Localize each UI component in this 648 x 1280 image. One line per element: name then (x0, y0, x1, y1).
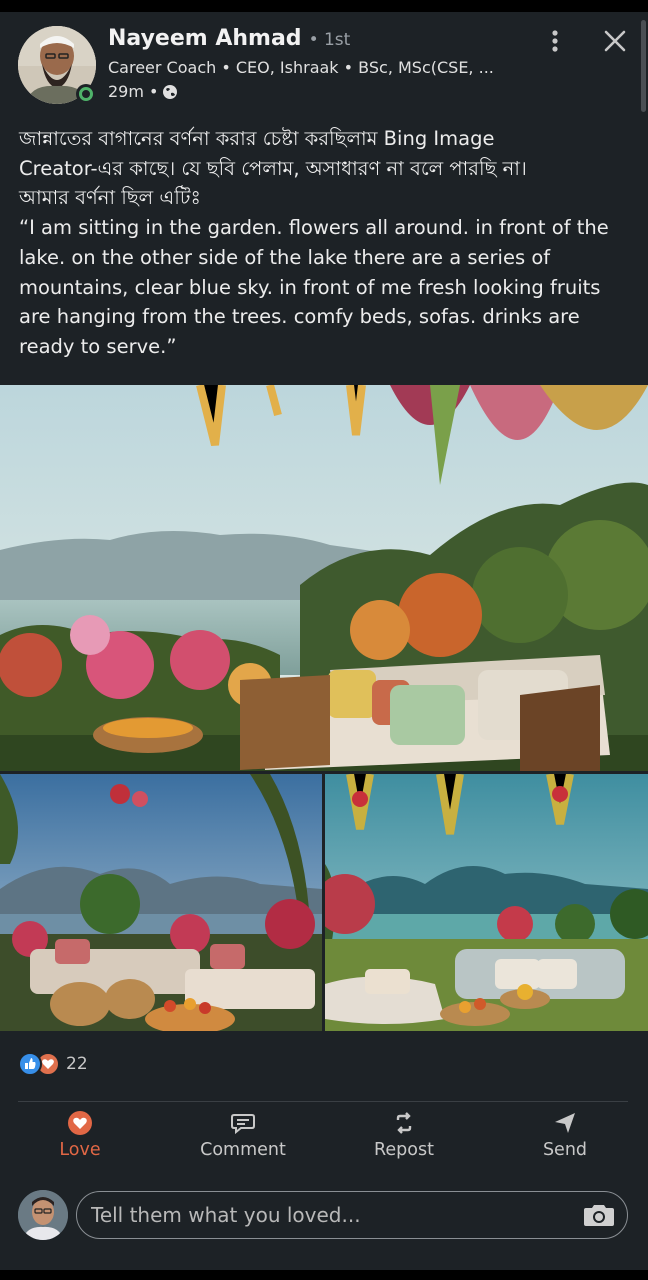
more-vertical-icon (552, 30, 558, 52)
navigation-bar-strip (0, 1270, 648, 1280)
post-timestamp: 29m • (108, 82, 178, 101)
love-button[interactable]: Love (25, 1110, 135, 1172)
garden-lounge-image-right[interactable] (325, 774, 648, 1031)
author-name-line[interactable]: Nayeem Ahmad • 1st (108, 26, 350, 51)
send-button[interactable]: Send (510, 1110, 620, 1172)
close-button[interactable] (600, 26, 630, 56)
post-actions-bar: Love Comment Repost Send (0, 1110, 648, 1176)
comment-bar (18, 1190, 630, 1242)
comment-button[interactable]: Comment (188, 1110, 298, 1172)
author-name[interactable]: Nayeem Ahmad (108, 26, 302, 51)
post-text-line: ready to serve.” (19, 334, 177, 358)
more-options-button[interactable] (540, 26, 570, 56)
post-text-line: lake. on the other side of the lake ther… (19, 245, 551, 269)
globe-icon (163, 84, 178, 99)
current-user-avatar[interactable] (18, 1190, 68, 1240)
post-text-line: আমার বর্ণনা ছিল এটিঃ (19, 186, 201, 210)
comment-label: Comment (200, 1140, 286, 1160)
send-label: Send (542, 1140, 588, 1160)
author-headline: Career Coach • CEO, Ishraak • BSc, MSc(C… (108, 58, 494, 77)
heart-icon (68, 1111, 92, 1135)
camera-icon (584, 1205, 614, 1226)
garden-lake-sofa-image[interactable] (0, 385, 648, 771)
reaction-count[interactable]: 22 (66, 1054, 88, 1074)
send-icon (555, 1113, 575, 1133)
post-text-line: জান্নাতের বাগানের বর্ণনা করার চেষ্টা করছ… (19, 127, 495, 150)
close-icon (604, 30, 626, 52)
post-text-line: Creator-এর কাছে। যে ছবি পেলাম, অসাধারণ ন… (19, 156, 527, 180)
post-text-line: “I am sitting in the garden. flowers all… (19, 216, 609, 240)
scrollbar-thumb[interactable] (641, 20, 646, 112)
like-icon (18, 1052, 42, 1076)
repost-icon (396, 1112, 412, 1134)
comment-icon (231, 1114, 255, 1135)
post-time: 29m • (108, 82, 159, 101)
repost-button[interactable]: Repost (349, 1110, 459, 1172)
repost-label: Repost (374, 1140, 434, 1160)
post-text-line: mountains, clear blue sky. in front of m… (19, 275, 601, 299)
comment-input[interactable] (76, 1191, 628, 1239)
status-bar (0, 0, 648, 12)
garden-lounge-image-left[interactable] (0, 774, 322, 1031)
post-text-line: are hanging from the trees. comfy beds, … (19, 305, 580, 329)
camera-button[interactable] (582, 1202, 616, 1228)
post-body-text: জান্নাতের বাগানের বর্ণনা করার চেষ্টা করছ… (19, 124, 629, 362)
connection-degree: • 1st (308, 30, 351, 50)
post-header: Nayeem Ahmad • 1st Career Coach • CEO, I… (18, 26, 630, 106)
divider (18, 1101, 628, 1102)
love-label: Love (59, 1140, 101, 1160)
online-status-indicator (76, 84, 96, 104)
reactions-summary[interactable]: 22 (18, 1052, 88, 1076)
